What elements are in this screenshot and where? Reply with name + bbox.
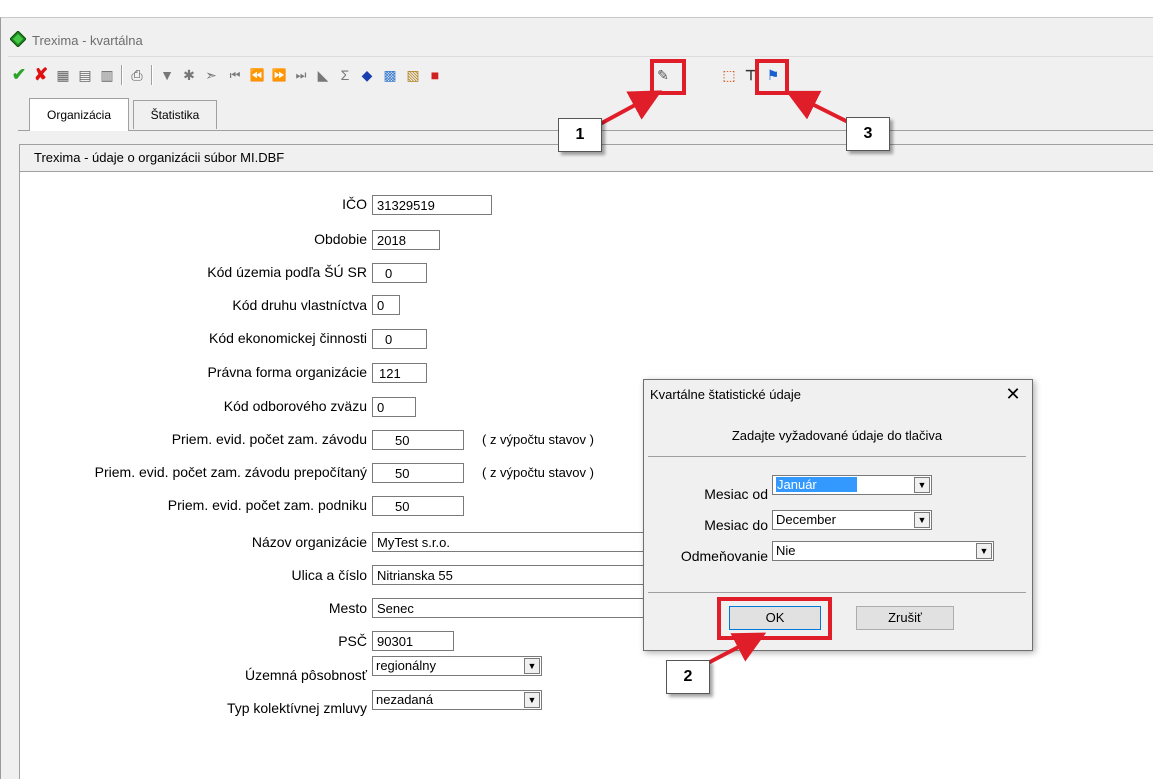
- callout-3: 3: [846, 117, 890, 151]
- arrow-3: [785, 90, 849, 124]
- arrow-1: [599, 90, 663, 126]
- callout-2: 2: [666, 660, 710, 694]
- arrow-2: [705, 632, 767, 666]
- tab-organizacia[interactable]: Organizácia: [29, 98, 129, 131]
- callout-1: 1: [558, 118, 602, 152]
- annotation-arrows: [599, 90, 849, 666]
